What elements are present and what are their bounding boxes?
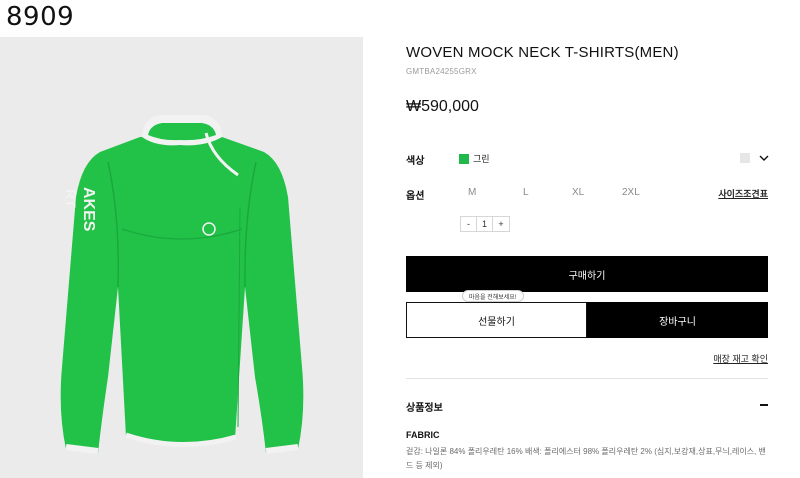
chevron-down-icon (759, 155, 769, 161)
color-dropdown[interactable] (740, 152, 770, 164)
product-image[interactable]: AKES RT (0, 37, 363, 478)
sleeve-print: AKES (80, 187, 97, 232)
color-label: 색상 (406, 156, 425, 167)
quantity-value: 1 (477, 217, 493, 231)
product-price: ₩590,000 (406, 98, 479, 115)
color-option-green[interactable]: 그린 (459, 152, 490, 165)
cart-button[interactable]: 장바구니 (587, 302, 768, 338)
fabric-description: 겉감: 나일론 84% 폴리우레탄 16% 배색: 폴리에스터 98% 폴리우레… (406, 447, 766, 470)
quantity-stepper: - 1 + (460, 216, 510, 232)
image-id-label: 8909 (6, 2, 75, 32)
gift-button[interactable]: 선물하기 (406, 302, 587, 338)
product-title: WOVEN MOCK NECK T-SHIRTS(MEN) (406, 44, 679, 61)
quantity-plus-button[interactable]: + (493, 217, 509, 231)
size-option-l[interactable]: L (523, 187, 529, 198)
gift-tooltip: 마음을 전해보세요! (462, 290, 524, 302)
option-label: 옵션 (406, 191, 425, 202)
size-guide-link[interactable]: 사이즈조견표 (718, 187, 768, 200)
color-name: 그린 (473, 154, 490, 164)
quantity-minus-button[interactable]: - (461, 217, 477, 231)
buy-button[interactable]: 구매하기 (406, 256, 768, 292)
store-stock-link[interactable]: 매장 재고 확인 (713, 352, 768, 365)
color-dropdown-swatch (740, 153, 750, 163)
divider (406, 378, 768, 379)
color-swatch (459, 153, 469, 164)
size-option-2xl[interactable]: 2XL (622, 187, 640, 198)
sleeve-print-2: RT (63, 189, 79, 208)
size-option-m[interactable]: M (468, 187, 476, 198)
product-code: GMTBA24255GRX (406, 67, 477, 76)
collapse-icon[interactable] (760, 404, 768, 406)
size-option-xl[interactable]: XL (572, 187, 584, 198)
product-info-panel: WOVEN MOCK NECK T-SHIRTS(MEN) GMTBA24255… (406, 0, 770, 478)
product-info-heading: 상품정보 (406, 403, 443, 414)
fabric-heading: FABRIC (406, 430, 440, 440)
green-shirt-illustration: AKES RT (60, 115, 304, 454)
